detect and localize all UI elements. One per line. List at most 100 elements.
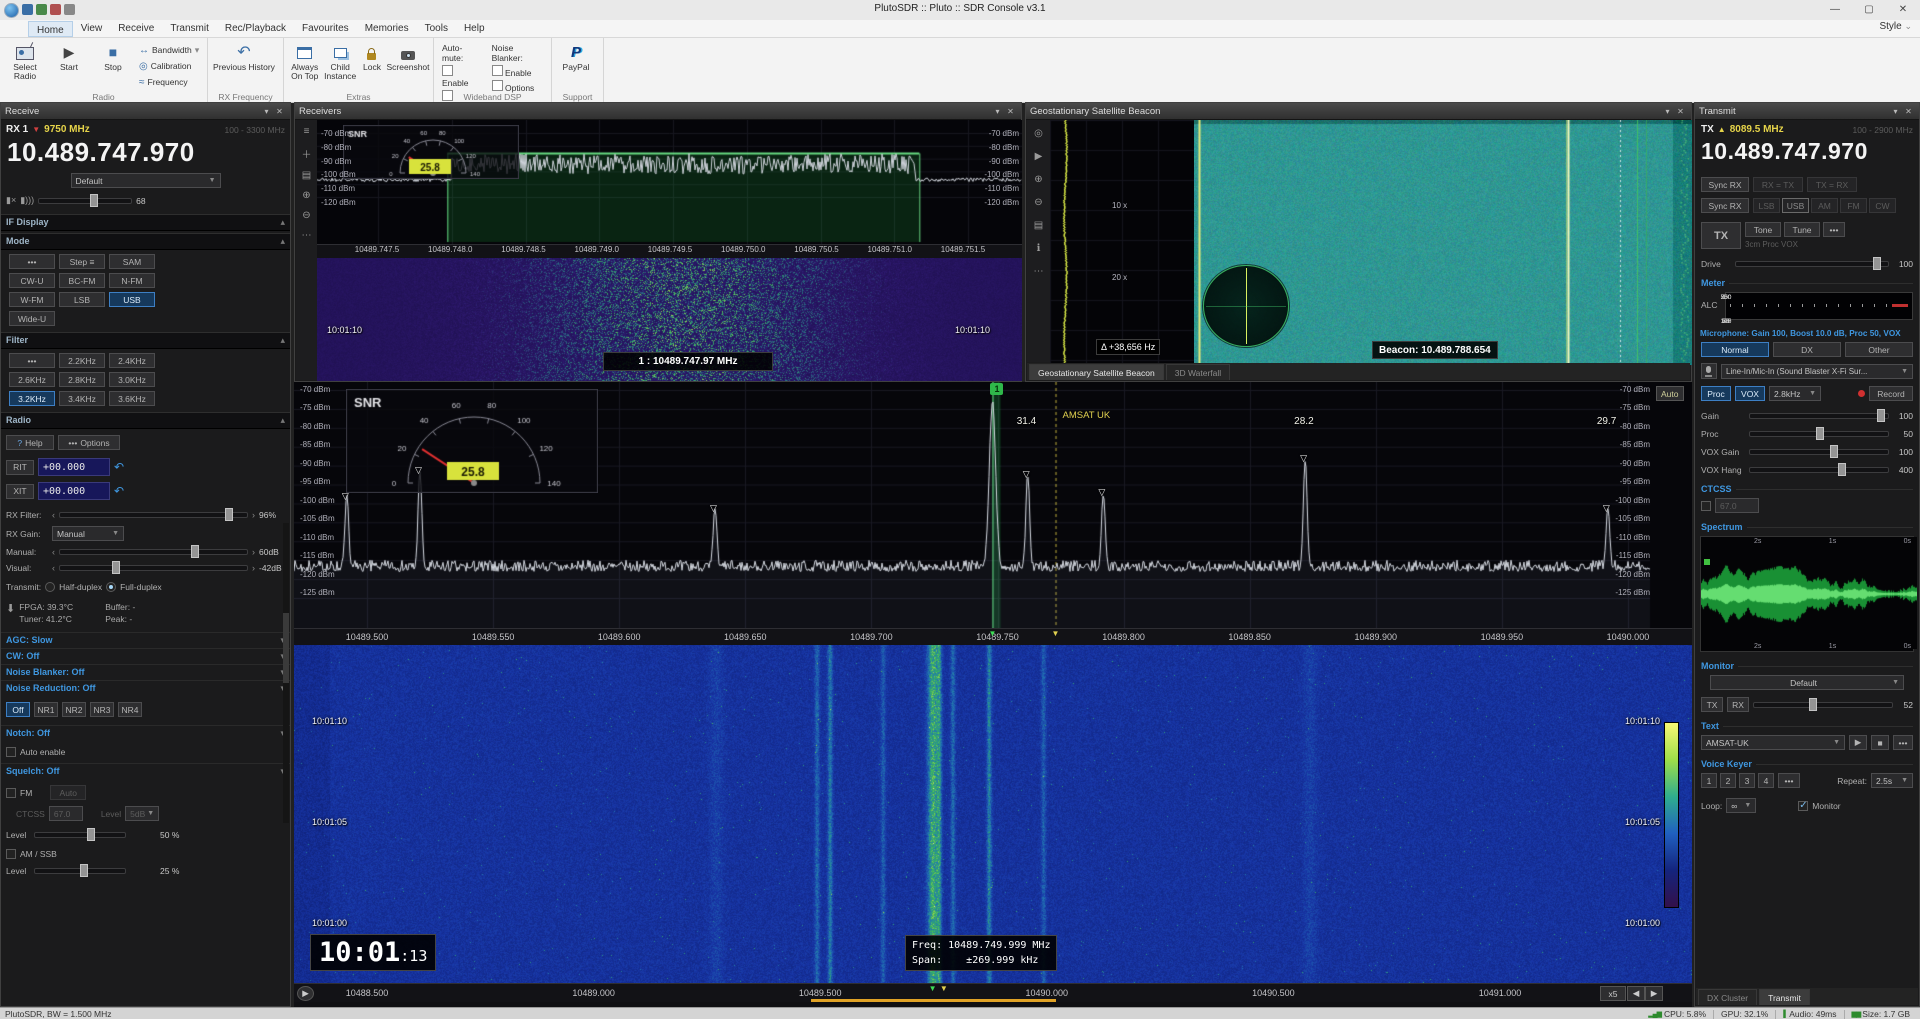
main-waterfall-display[interactable]: [294, 645, 1692, 983]
menu-item[interactable]: Home: [28, 21, 73, 37]
cw-row[interactable]: CW: Off▾: [1, 648, 290, 664]
tx-mode-button[interactable]: AM: [1811, 198, 1838, 213]
chevron-left-icon[interactable]: ‹: [52, 563, 55, 573]
rit-input[interactable]: +00.000: [38, 458, 110, 476]
filter-button[interactable]: 3.6KHz: [109, 391, 155, 406]
xit-input[interactable]: +00.000: [38, 482, 110, 500]
style-menu[interactable]: Style ⌄: [1879, 21, 1912, 32]
mode-button[interactable]: SAM: [109, 254, 155, 269]
vox-gain-slider[interactable]: [1749, 449, 1889, 455]
toolbar-icon[interactable]: ℹ: [1037, 243, 1041, 254]
notch-row[interactable]: Notch: Off▾: [1, 725, 290, 741]
menu-item[interactable]: Tools: [417, 20, 456, 38]
toolbar-icon[interactable]: ◎: [1034, 128, 1043, 139]
full-duplex-radio[interactable]: [106, 582, 116, 592]
vox-hang-slider[interactable]: [1749, 467, 1889, 473]
waterfall-colorbar[interactable]: [1664, 722, 1679, 908]
tx-vfo-frequency[interactable]: 10.489.747.970: [1696, 135, 1918, 168]
toolbar-icon[interactable]: ▶: [1035, 151, 1043, 162]
menu-item[interactable]: Favourites: [294, 20, 357, 38]
close-icon[interactable]: ✕: [273, 107, 286, 116]
noise-blanker-row[interactable]: Noise Blanker: Off▾: [1, 664, 290, 680]
fm-level-slider[interactable]: [34, 832, 126, 838]
toolbar-icon[interactable]: ＋: [302, 146, 312, 161]
rx-filter-slider[interactable]: [59, 512, 248, 518]
vox-toggle[interactable]: VOX: [1735, 386, 1765, 401]
chevron-right-icon[interactable]: ›: [252, 547, 255, 557]
section-if-display[interactable]: IF Display▴: [1, 214, 290, 231]
rit-button[interactable]: RIT: [6, 460, 34, 475]
nr-button[interactable]: NR2: [62, 702, 86, 717]
automute-enable-checkbox[interactable]: Enable: [442, 65, 482, 88]
visual-gain-slider[interactable]: [59, 565, 248, 571]
record-button[interactable]: Record: [1869, 386, 1913, 401]
tx-mode-button[interactable]: LSB: [1753, 198, 1780, 213]
rx-gain-dropdown[interactable]: Manual▼: [52, 526, 124, 541]
rx-equals-tx-button[interactable]: RX = TX: [1753, 177, 1803, 192]
mode-button[interactable]: N-FM: [109, 273, 155, 288]
section-radio[interactable]: Radio▴: [1, 412, 290, 429]
zoom-factor-button[interactable]: x5: [1600, 986, 1626, 1001]
playback-button[interactable]: ▶: [297, 986, 314, 1001]
start-button[interactable]: ▶Start: [48, 41, 90, 72]
speaker-icon[interactable]: ▮))): [20, 195, 34, 206]
sync-rx-button[interactable]: Sync RX: [1701, 177, 1749, 192]
tx-mode-button[interactable]: USB: [1782, 198, 1809, 213]
frequency-button[interactable]: ≈Frequency: [136, 75, 202, 89]
bottom-tab[interactable]: DX Cluster: [1698, 989, 1757, 1005]
auto-enable-checkbox[interactable]: [6, 747, 16, 757]
monitor-rx-button[interactable]: RX: [1727, 697, 1749, 712]
nr-button[interactable]: NR3: [90, 702, 114, 717]
chevron-right-icon[interactable]: ›: [252, 563, 255, 573]
always-on-top-button[interactable]: Always On Top: [288, 41, 321, 82]
voice-keyer-more-button[interactable]: •••: [1778, 773, 1800, 788]
lock-button[interactable]: Lock: [359, 41, 385, 72]
toolbar-icon[interactable]: ⊖: [302, 210, 310, 221]
filter-button[interactable]: 2.6KHz: [9, 372, 55, 387]
toolbar-icon[interactable]: ⋯: [302, 230, 312, 241]
toolbar-icon[interactable]: ⊕: [1034, 174, 1042, 185]
volume-slider[interactable]: [38, 198, 132, 204]
mic-device-dropdown[interactable]: Line-In/Mic-In (Sound Blaster X-Fi Sur..…: [1721, 364, 1913, 379]
filter-button[interactable]: 3.2KHz: [9, 391, 55, 406]
monitor-level-slider[interactable]: [1753, 702, 1893, 708]
sync-rx-mode-button[interactable]: Sync RX: [1701, 198, 1749, 213]
previous-history-button[interactable]: ↶Previous History: [212, 41, 276, 72]
help-button[interactable]: ?Help: [6, 435, 54, 450]
tune-button[interactable]: Tune: [1784, 222, 1820, 237]
lo-down-icon[interactable]: ▼: [32, 125, 40, 134]
tx-equals-rx-button[interactable]: TX = RX: [1807, 177, 1857, 192]
half-duplex-radio[interactable]: [45, 582, 55, 592]
tx-mode-button[interactable]: FM: [1840, 198, 1867, 213]
text-message-dropdown[interactable]: AMSAT-UK▼: [1701, 735, 1845, 750]
voice-keyer-button[interactable]: 3: [1739, 773, 1755, 788]
toolbar-icon[interactable]: ▤: [1034, 220, 1043, 231]
toolbar-icon[interactable]: ⊖: [1034, 197, 1042, 208]
xit-button[interactable]: XIT: [6, 484, 34, 499]
mode-button[interactable]: •••: [9, 254, 55, 269]
voice-keyer-button[interactable]: 2: [1720, 773, 1736, 788]
receive-panel-scrollbar[interactable]: [283, 523, 289, 823]
filter-button[interactable]: 3.4KHz: [59, 391, 105, 406]
squelch-row[interactable]: Squelch: Off▾: [1, 763, 290, 779]
monitor-device-dropdown[interactable]: Default▼: [1710, 675, 1904, 690]
mode-button[interactable]: W-FM: [9, 292, 55, 307]
text-play-button[interactable]: ▶: [1849, 735, 1867, 750]
filter-button[interactable]: •••: [9, 353, 55, 368]
menu-item[interactable]: Rec/Playback: [217, 20, 294, 38]
options-button[interactable]: •••Options: [58, 435, 120, 450]
auto-range-button[interactable]: Auto: [1656, 386, 1684, 401]
chevron-left-icon[interactable]: ‹: [52, 547, 55, 557]
gain-slider[interactable]: [1749, 413, 1889, 419]
voice-keyer-button[interactable]: 4: [1758, 773, 1774, 788]
bottom-tab[interactable]: Transmit: [1759, 989, 1810, 1005]
waterfall-frequency-axis[interactable]: ▶ 10488.50010489.00010489.50010490.00010…: [294, 983, 1692, 1004]
rit-undo-icon[interactable]: ↶: [114, 460, 124, 474]
geo-tab[interactable]: 3D Waterfall: [1166, 364, 1230, 380]
drive-slider[interactable]: [1735, 261, 1889, 267]
proc-toggle[interactable]: Proc: [1701, 386, 1731, 401]
section-filter[interactable]: Filter▴: [1, 332, 290, 349]
noise-reduction-row[interactable]: Noise Reduction: Off▾: [1, 680, 290, 696]
screenshot-button[interactable]: Screenshot: [387, 41, 429, 72]
text-stop-button[interactable]: ■: [1871, 735, 1889, 750]
